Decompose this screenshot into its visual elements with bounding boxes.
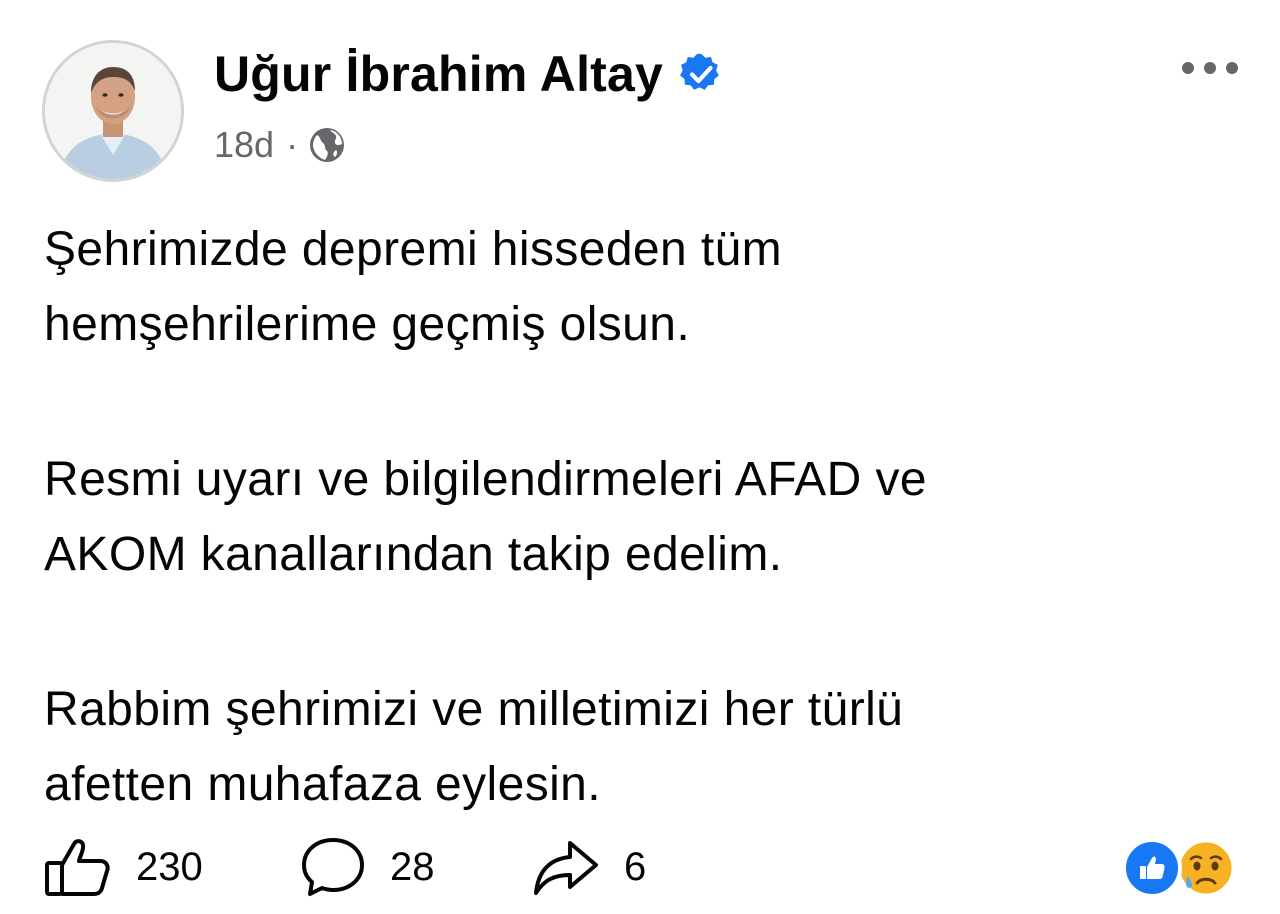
avatar[interactable] <box>42 40 184 182</box>
facebook-post: Uğur İbrahim Altay 18d · Şehrimizde depr… <box>0 0 1280 914</box>
share-arrow-icon <box>534 841 598 895</box>
like-reaction-icon <box>1122 838 1182 898</box>
comment-icon <box>302 838 364 896</box>
post-timestamp[interactable]: 18d <box>214 124 274 166</box>
like-button[interactable]: 230 <box>44 836 300 898</box>
globe-icon[interactable] <box>308 126 346 164</box>
verified-badge-icon <box>679 52 723 96</box>
meta-separator: · <box>286 124 299 165</box>
thumbs-up-icon <box>45 839 110 896</box>
author-name[interactable]: Uğur İbrahim Altay <box>214 45 663 103</box>
author-row: Uğur İbrahim Altay <box>214 44 723 104</box>
action-bar: 230 28 6 <box>44 832 646 902</box>
post-meta: 18d · <box>214 122 346 168</box>
post-text: Şehrimizde depremi hisseden tüm hemşehri… <box>44 212 1244 822</box>
post-paragraph: Şehrimizde depremi hisseden tüm hemşehri… <box>44 223 783 351</box>
more-options-button[interactable] <box>1168 50 1252 86</box>
more-dot-icon <box>1226 62 1238 74</box>
post-paragraph: Rabbim şehrimizi ve milletimizi her türl… <box>44 683 904 811</box>
share-count: 6 <box>624 844 647 889</box>
comment-count: 28 <box>390 844 435 889</box>
more-dot-icon <box>1204 62 1216 74</box>
reactions-summary[interactable] <box>1122 836 1236 900</box>
profile-photo-icon <box>45 43 181 179</box>
like-count: 230 <box>136 844 203 889</box>
comment-button[interactable]: 28 <box>300 836 532 898</box>
more-dot-icon <box>1182 62 1194 74</box>
share-button[interactable]: 6 <box>532 837 646 897</box>
sad-reaction-icon <box>1176 838 1236 898</box>
post-paragraph: Resmi uyarı ve bilgilendirmeleri AFAD ve… <box>44 453 927 581</box>
